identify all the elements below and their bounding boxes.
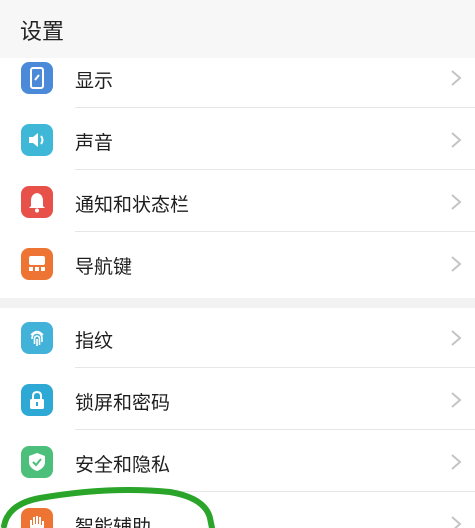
divider [75,169,475,170]
bell-icon [21,186,53,218]
settings-item-notification-statusbar[interactable]: 通知和状态栏 [0,172,475,232]
settings-item-label: 通知和状态栏 [75,194,190,216]
settings-item-smart-assist[interactable]: 智能辅助 [0,494,475,528]
settings-item-label: 声音 [75,132,114,154]
chevron-right-icon [451,330,462,346]
hand-icon [21,508,53,528]
settings-item-sound[interactable]: 声音 [0,110,475,170]
settings-item-label: 导航键 [75,256,133,278]
settings-item-navigation-key[interactable]: 导航键 [0,234,475,294]
chevron-right-icon [451,454,462,470]
settings-group-2: 指纹 锁屏和密码 安全和隐私 智能辅助 [0,308,475,528]
chevron-right-icon [451,516,462,528]
settings-item-security-privacy[interactable]: 安全和隐私 [0,432,475,492]
lock-icon [21,384,53,416]
chevron-right-icon [451,256,462,272]
shield-icon [21,446,53,478]
chevron-right-icon [451,132,462,148]
navigation-key-icon [21,248,53,280]
chevron-right-icon [451,70,462,86]
divider [75,429,475,430]
settings-item-label: 安全和隐私 [75,454,171,476]
sound-icon [21,124,53,156]
settings-item-label: 显示 [75,70,114,92]
settings-item-display[interactable]: 显示 [0,48,475,108]
settings-item-label: 指纹 [75,330,114,352]
chevron-right-icon [451,392,462,408]
divider [75,231,475,232]
display-icon [21,62,53,94]
page-title: 设置 [20,20,65,45]
chevron-right-icon [451,194,462,210]
divider [75,107,475,108]
settings-item-fingerprint[interactable]: 指纹 [0,308,475,368]
settings-item-lockscreen-password[interactable]: 锁屏和密码 [0,370,475,430]
divider [75,367,475,368]
divider [75,491,475,492]
settings-item-label: 锁屏和密码 [75,392,171,414]
settings-item-label: 智能辅助 [75,516,152,528]
settings-group-1: 显示 声音 通知和状态栏 导航键 [0,58,475,298]
fingerprint-icon [21,322,53,354]
